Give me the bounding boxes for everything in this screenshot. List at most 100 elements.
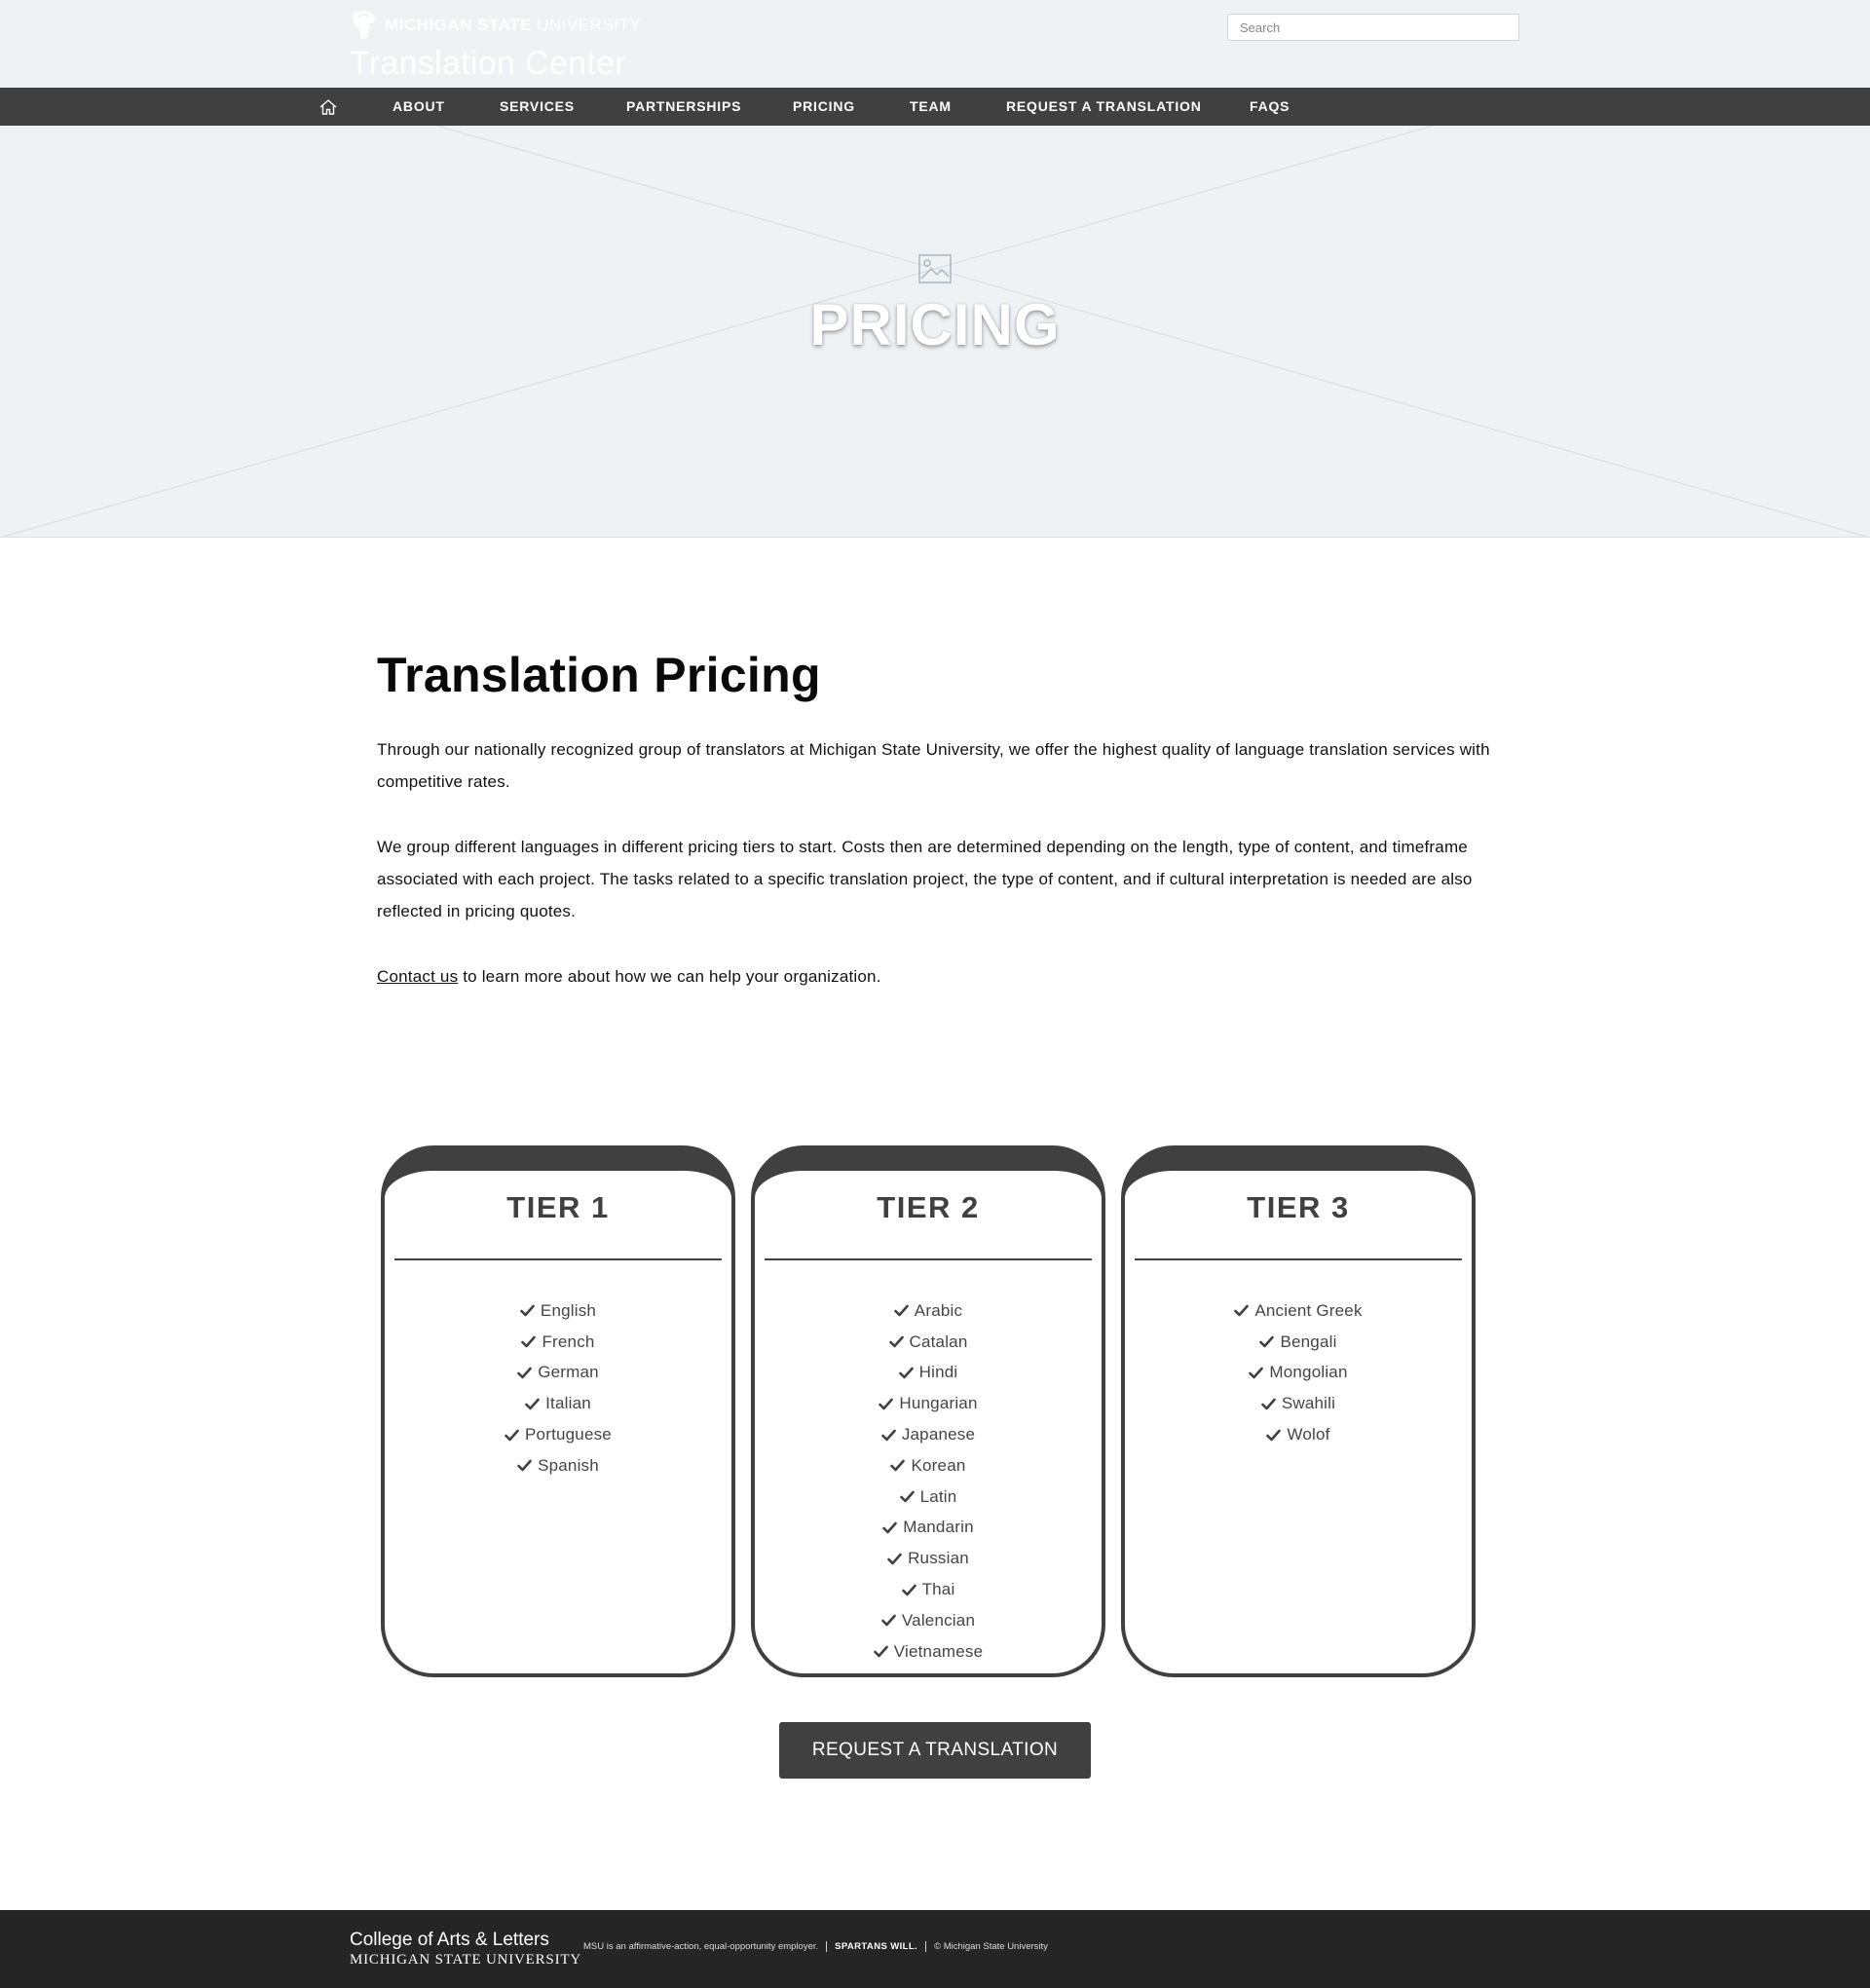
checkmark-icon	[881, 1615, 896, 1627]
checkmark-icon	[520, 1305, 535, 1317]
checkmark-icon	[893, 1305, 909, 1317]
language-item: Korean	[755, 1450, 1102, 1482]
language-name: Swahili	[1281, 1394, 1336, 1413]
language-item: English	[385, 1295, 731, 1327]
footer-spartans-will[interactable]: SPARTANS WILL.	[835, 1941, 917, 1952]
nav-item-services[interactable]: SERVICES	[500, 88, 575, 126]
language-name: Hindi	[918, 1363, 958, 1382]
tier-divider	[1135, 1258, 1462, 1260]
checkmark-icon	[881, 1429, 896, 1441]
tier-title: TIER 1	[506, 1190, 610, 1224]
contact-paragraph-text: to learn more about how we can help your…	[458, 967, 881, 986]
checkmark-icon	[1259, 1335, 1275, 1348]
nav-item-pricing[interactable]: PRICING	[793, 88, 855, 126]
nav-item-faqs[interactable]: FAQS	[1250, 88, 1290, 126]
footer-college-name[interactable]: College of Arts & Letters	[350, 1930, 549, 1951]
footer-msu-wordmark[interactable]: MICHIGAN STATE UNIVERSITY	[350, 1952, 581, 1969]
language-name: Vietnamese	[893, 1641, 984, 1661]
language-item: Bengali	[1125, 1327, 1472, 1358]
tier-title: TIER 2	[877, 1190, 980, 1224]
nav-item-request-translation[interactable]: REQUEST A TRANSLATION	[1006, 88, 1202, 126]
tier-divider	[765, 1258, 1092, 1260]
language-item: Latin	[755, 1482, 1102, 1513]
language-item: Vietnamese	[755, 1636, 1102, 1668]
brand-block[interactable]: MICHIGAN STATE UNIVERSITY Translation Ce…	[350, 8, 641, 83]
nav-item-team[interactable]: TEAM	[910, 88, 952, 126]
language-item: Portuguese	[385, 1419, 731, 1450]
checkmark-icon	[890, 1460, 906, 1472]
checkmark-icon	[899, 1490, 915, 1503]
language-item: Russian	[755, 1543, 1102, 1574]
language-name: Ancient Greek	[1254, 1300, 1363, 1320]
language-item: Valencian	[755, 1605, 1102, 1636]
checkmark-icon	[517, 1367, 532, 1379]
checkmark-icon	[505, 1429, 519, 1441]
language-name: Japanese	[901, 1425, 976, 1444]
search-input[interactable]	[1227, 14, 1519, 41]
site-title[interactable]: Translation Center	[350, 45, 641, 83]
language-item: Mandarin	[755, 1513, 1102, 1544]
tier-card-1: TIER 1 English French German Italian Portugu…	[381, 1145, 735, 1677]
main-content: Translation Pricing Through our national…	[377, 643, 1497, 986]
checkmark-icon	[882, 1521, 898, 1534]
language-name: Italian	[545, 1394, 591, 1413]
language-name: Russian	[908, 1549, 969, 1568]
site-header: MICHIGAN STATE UNIVERSITY Translation Ce…	[0, 0, 1870, 88]
language-item: Catalan	[755, 1327, 1102, 1358]
university-name-light: UNIVERSITY	[537, 16, 642, 34]
hero-title: PRICING	[809, 292, 1061, 357]
language-item: Thai	[755, 1574, 1102, 1605]
checkmark-icon	[888, 1335, 904, 1348]
language-name: Korean	[911, 1455, 966, 1475]
language-item: French	[385, 1327, 731, 1358]
language-item: German	[385, 1358, 731, 1389]
image-placeholder-icon	[918, 254, 952, 283]
footer-copyright: © Michigan State University	[934, 1941, 1048, 1952]
main-nav: ABOUT SERVICES PARTNERSHIPS PRICING TEAM…	[0, 88, 1870, 126]
language-name: Valencian	[901, 1610, 976, 1630]
language-name: Spanish	[538, 1455, 599, 1475]
checkmark-icon	[1234, 1305, 1250, 1317]
contact-us-link[interactable]: Contact us	[377, 967, 458, 986]
language-item: Wolof	[1125, 1419, 1472, 1450]
checkmark-icon	[898, 1367, 914, 1379]
language-name: French	[542, 1332, 595, 1351]
checkmark-icon	[521, 1335, 537, 1348]
checkmark-icon	[901, 1584, 916, 1595]
nav-item-partnerships[interactable]: PARTNERSHIPS	[626, 88, 741, 126]
language-item: Italian	[385, 1388, 731, 1419]
language-item: Hungarian	[755, 1388, 1102, 1419]
spartan-helmet-icon	[353, 11, 376, 39]
checkmark-icon	[879, 1398, 894, 1410]
tier-language-list: English French German Italian Portuguese Span…	[385, 1295, 731, 1482]
university-name: MICHIGAN STATE UNIVERSITY	[385, 16, 641, 35]
intro-paragraph: Through our nationally recognized group …	[377, 740, 1490, 791]
language-item: Hindi	[755, 1358, 1102, 1389]
language-name: Portuguese	[525, 1425, 612, 1444]
pricing-tiers-paragraph: We group different languages in differen…	[377, 838, 1473, 920]
language-name: Bengali	[1280, 1332, 1337, 1351]
footer-separator	[826, 1941, 828, 1952]
language-name: German	[538, 1363, 599, 1382]
request-translation-button[interactable]: REQUEST A TRANSLATION	[779, 1722, 1091, 1779]
checkmark-icon	[1249, 1367, 1264, 1379]
tier-card-3: TIER 3 Ancient Greek Bengali Mongolian Swah…	[1121, 1145, 1476, 1677]
tier-card-2: TIER 2 Arabic Catalan Hindi Hungarian Japane…	[751, 1145, 1105, 1677]
footer-legal: MSU is an affirmative-action, equal-oppo…	[583, 1941, 1048, 1952]
checkmark-icon	[887, 1553, 902, 1565]
language-item: Swahili	[1125, 1388, 1472, 1419]
language-name: Hungarian	[899, 1394, 978, 1413]
language-item: Spanish	[385, 1450, 731, 1482]
hero-banner: PRICING	[0, 126, 1870, 538]
contact-paragraph: Contact us to learn more about how we ca…	[377, 960, 1497, 993]
university-name-bold: MICHIGAN STATE	[385, 16, 532, 34]
checkmark-icon	[1261, 1398, 1276, 1410]
checkmark-icon	[873, 1645, 888, 1658]
language-name: English	[540, 1300, 597, 1320]
home-icon[interactable]	[318, 96, 339, 118]
checkmark-icon	[525, 1398, 540, 1410]
checkmark-icon	[1266, 1429, 1282, 1441]
nav-item-about[interactable]: ABOUT	[393, 88, 445, 126]
language-name: Latin	[919, 1486, 957, 1506]
language-name: Thai	[921, 1580, 955, 1599]
